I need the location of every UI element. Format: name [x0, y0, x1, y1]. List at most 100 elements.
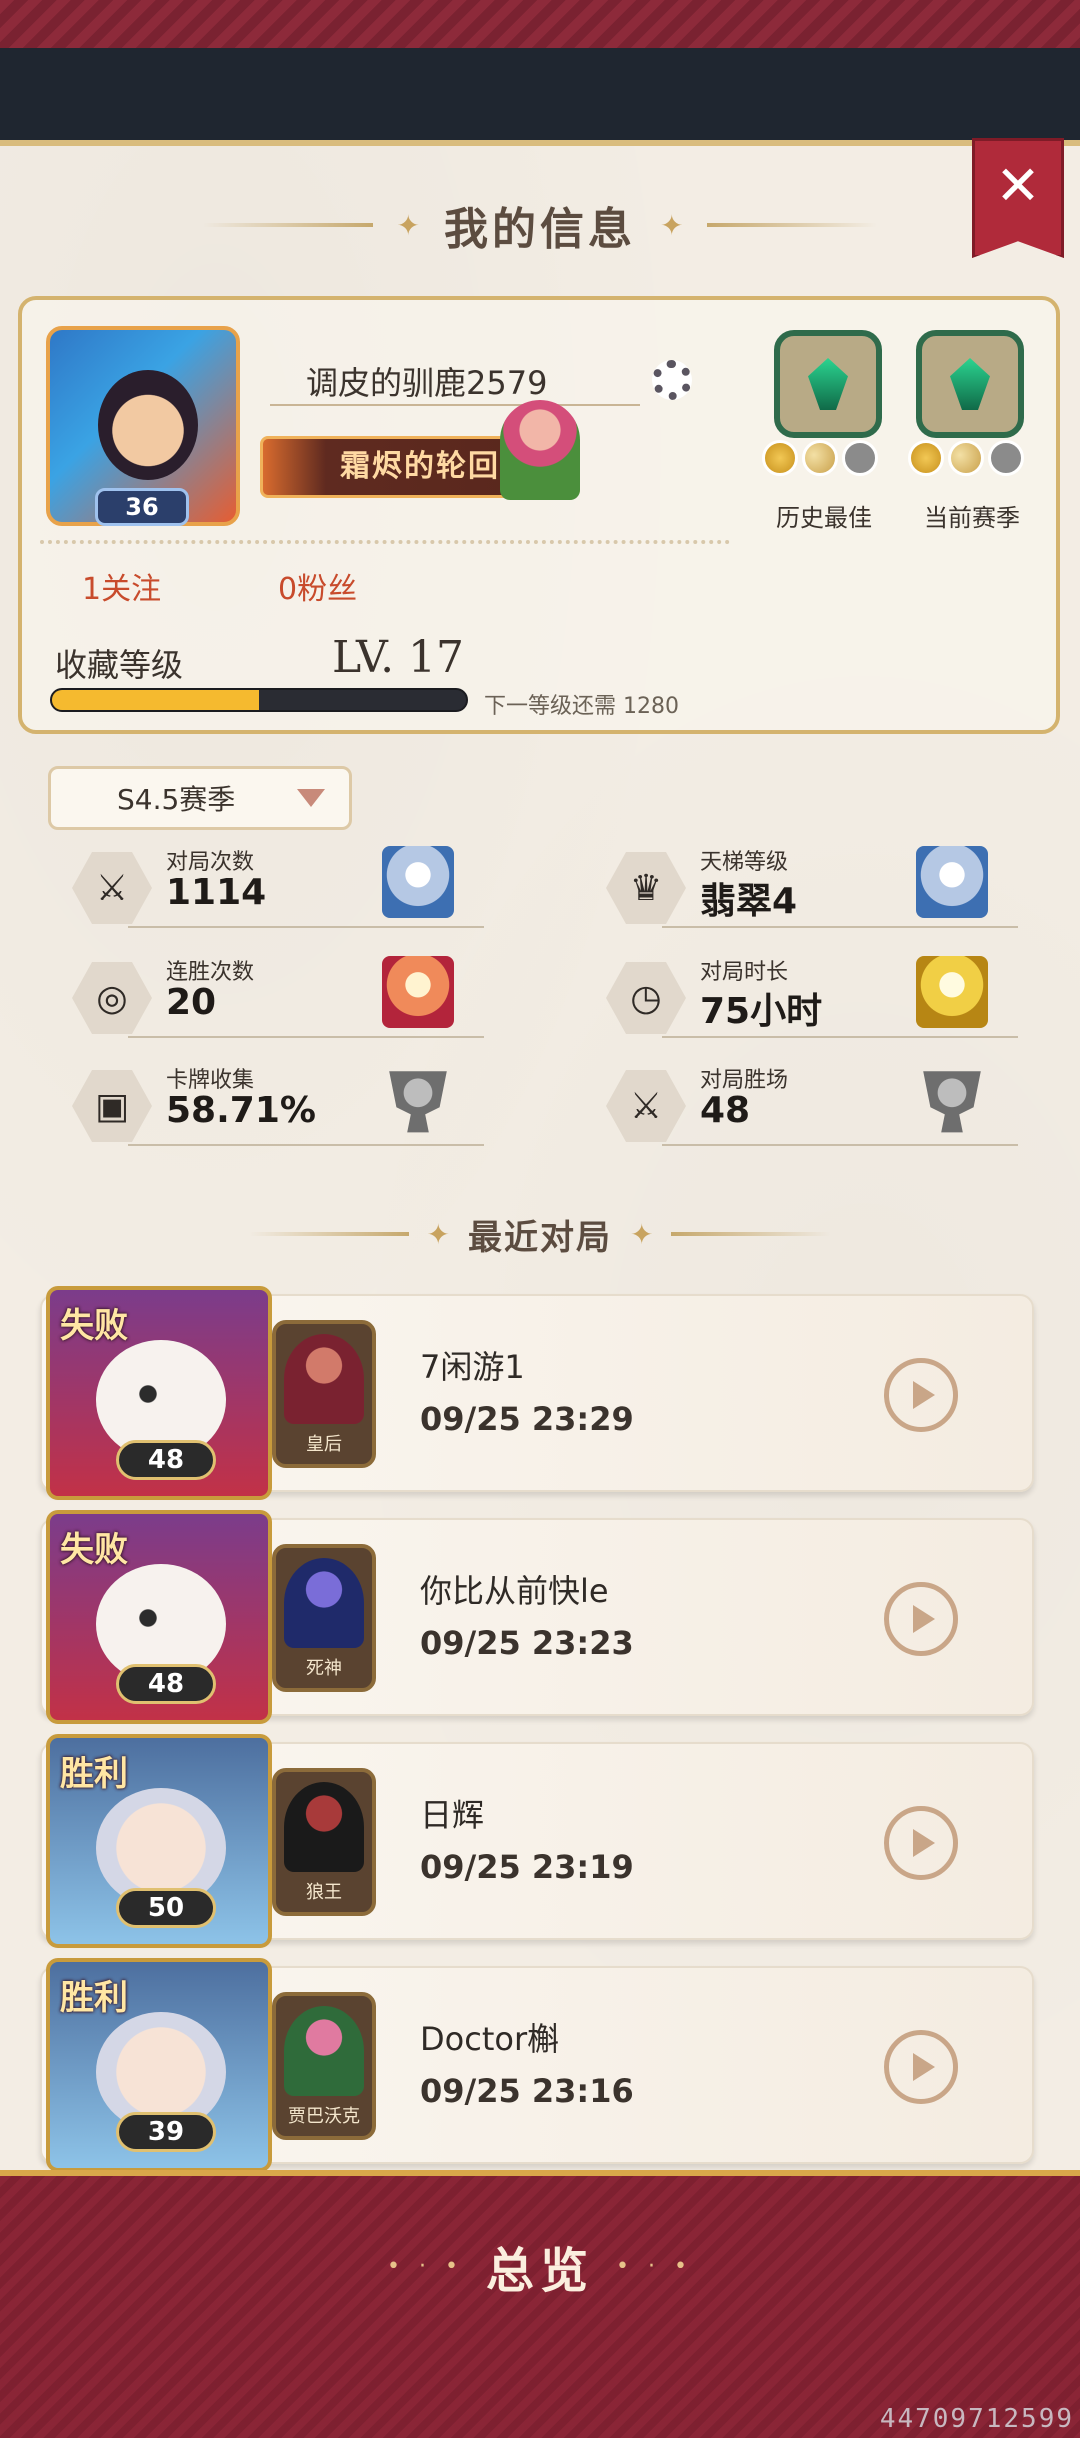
rank-history-badge[interactable]	[774, 330, 882, 438]
stat-item: ◎ 连胜次数 20	[72, 954, 492, 1054]
collection-progress-fill	[52, 690, 259, 710]
sparkle-icon: ✦	[426, 1217, 450, 1251]
swords-icon: ⚔	[606, 1070, 686, 1142]
match-card[interactable]: 胜利 39 贾巴沃克 Doctor槲 09/25 23:16	[40, 1958, 1034, 2172]
match-result: 失败	[60, 1306, 128, 1346]
season-dropdown-label: S4.5赛季	[117, 783, 236, 816]
trophy-icon[interactable]	[923, 1071, 981, 1133]
hero-card[interactable]: 死神	[272, 1544, 376, 1692]
hero-name: 皇后	[306, 1434, 342, 1455]
recent-section-header: ✦ 最近对局 ✦	[0, 1204, 1080, 1264]
avatar-level-badge: 36	[95, 488, 189, 526]
rank-moon-icon	[948, 440, 984, 476]
dots-decoration: • · •	[616, 2253, 693, 2279]
overview-button[interactable]: • · • 总览 • · •	[0, 2226, 1080, 2306]
trophy-icon[interactable]	[916, 956, 988, 1028]
stat-underline	[662, 926, 1018, 928]
match-result: 失败	[60, 1530, 128, 1570]
rank-empty-icon	[988, 440, 1024, 476]
rank-current-badge[interactable]	[916, 330, 1024, 438]
opponent-name: Doctor槲	[420, 2020, 560, 2058]
rank-moon-icon	[802, 440, 838, 476]
username: 调皮的驯鹿2579	[306, 364, 548, 402]
collection-progress-bar	[50, 688, 468, 712]
collection-label: 收藏等级	[55, 646, 184, 684]
trophy-icon[interactable]	[389, 1071, 447, 1133]
hero-card[interactable]: 狼王	[272, 1768, 376, 1916]
match-time: 09/25 23:23	[420, 1624, 634, 1662]
trophy-icon[interactable]	[382, 846, 454, 918]
following-count[interactable]: 1关注	[82, 564, 161, 608]
match-card[interactable]: 胜利 50 狼王 日辉 09/25 23:19	[40, 1734, 1034, 1948]
hero-name: 狼王	[306, 1882, 342, 1903]
play-icon	[913, 1829, 935, 1857]
match-portrait: 胜利 50	[46, 1734, 272, 1948]
match-time: 09/25 23:19	[420, 1848, 634, 1886]
match-portrait: 失败 48	[46, 1510, 272, 1724]
trophy-icon[interactable]	[916, 846, 988, 918]
rank-current-label: 当前赛季	[924, 504, 1020, 532]
stat-item: ▣ 卡牌收集 58.71%	[72, 1062, 492, 1162]
play-icon	[913, 1605, 935, 1633]
clock-icon: ◷	[606, 962, 686, 1034]
match-level-badge: 48	[116, 1440, 216, 1480]
rank-empty-icon	[842, 440, 878, 476]
collection-level: LV. 17	[332, 632, 465, 683]
match-result: 胜利	[60, 1978, 128, 2018]
match-portrait: 胜利 39	[46, 1958, 272, 2172]
replay-button[interactable]	[884, 1358, 958, 1432]
rank-star-icon	[908, 440, 944, 476]
avatar-face	[98, 370, 198, 480]
stat-underline	[128, 1144, 484, 1146]
sparkle-icon: ✦	[396, 208, 420, 242]
trophy-icon[interactable]	[382, 956, 454, 1028]
top-decoration	[0, 0, 1080, 48]
stat-value: 20	[166, 982, 217, 1023]
rank-current-stars	[908, 440, 1024, 476]
stat-underline	[128, 926, 484, 928]
hero-art	[284, 1782, 364, 1872]
gear-icon[interactable]	[652, 360, 692, 400]
hero-card[interactable]: 皇后	[272, 1320, 376, 1468]
match-level-badge: 39	[116, 2112, 216, 2152]
page-title: 我的信息	[444, 204, 636, 255]
replay-button[interactable]	[884, 1582, 958, 1656]
match-card[interactable]: 失败 48 死神 你比从前快le 09/25 23:23	[40, 1510, 1034, 1724]
replay-button[interactable]	[884, 1806, 958, 1880]
stat-value: 75小时	[700, 991, 823, 1032]
stat-value: 48	[700, 1090, 751, 1131]
hero-name: 死神	[306, 1658, 342, 1679]
stat-underline	[662, 1144, 1018, 1146]
card-icon: ▣	[72, 1070, 152, 1142]
match-card[interactable]: 失败 48 皇后 7闲游1 09/25 23:29	[40, 1286, 1034, 1500]
opponent-name: 你比从前快le	[420, 1572, 609, 1610]
rank-history-stars	[762, 440, 878, 476]
rank-history-label: 历史最佳	[776, 504, 872, 532]
stat-item: ♛ 天梯等级 翡翠4	[606, 844, 1026, 944]
hero-art	[284, 1558, 364, 1648]
title-deco-left	[202, 223, 373, 227]
play-icon	[913, 2053, 935, 2081]
dots-decoration: • · •	[387, 2253, 464, 2279]
stat-underline	[662, 1036, 1018, 1038]
match-level-badge: 50	[116, 1888, 216, 1928]
stat-item: ⚔ 对局次数 1114	[72, 844, 492, 944]
replay-button[interactable]	[884, 2030, 958, 2104]
match-result: 胜利	[60, 1754, 128, 1794]
hero-card[interactable]: 贾巴沃克	[272, 1992, 376, 2140]
hero-art	[284, 1334, 364, 1424]
sparkle-icon: ✦	[630, 1217, 654, 1251]
match-level-badge: 48	[116, 1664, 216, 1704]
match-portrait: 失败 48	[46, 1286, 272, 1500]
rank-star-icon	[762, 440, 798, 476]
stat-value: 58.71%	[166, 1090, 316, 1131]
crown-icon: ♛	[606, 852, 686, 924]
stat-value: 翡翠4	[700, 881, 798, 922]
chevron-down-icon	[297, 789, 325, 807]
season-dropdown[interactable]: S4.5赛季	[48, 766, 352, 830]
play-icon	[913, 1381, 935, 1409]
followers-count[interactable]: 0粉丝	[278, 564, 357, 608]
banner-character-icon	[500, 400, 580, 500]
emerald-gem-icon	[950, 358, 990, 410]
username-underline	[270, 404, 640, 406]
